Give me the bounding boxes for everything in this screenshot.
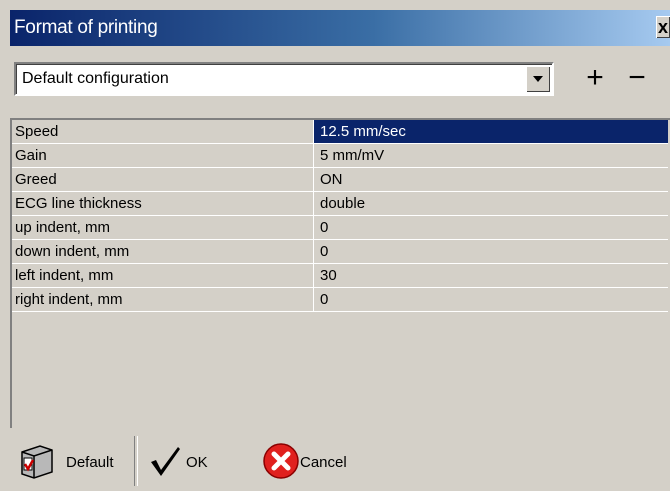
checkmark-icon xyxy=(151,447,180,476)
properties-table: Speed 12.5 mm/sec Gain 5 mm/mV Greed ON … xyxy=(12,120,668,312)
ok-button[interactable]: OK xyxy=(148,440,228,486)
default-button-label: Default xyxy=(66,454,114,471)
property-value[interactable]: 5 mm/mV xyxy=(314,144,668,167)
property-value[interactable]: double xyxy=(314,192,668,215)
property-value[interactable]: 0 xyxy=(314,288,668,311)
configuration-selector: Default configuration xyxy=(14,62,554,98)
properties-grid: Speed 12.5 mm/sec Gain 5 mm/mV Greed ON … xyxy=(10,118,670,428)
table-row[interactable]: Gain 5 mm/mV xyxy=(12,144,668,168)
add-configuration-button[interactable]: + xyxy=(580,62,610,96)
toolbar-divider xyxy=(134,436,138,486)
table-row[interactable]: up indent, mm 0 xyxy=(12,216,668,240)
cancel-icon xyxy=(263,443,299,479)
remove-configuration-button[interactable]: − xyxy=(622,62,652,96)
property-value[interactable]: ON xyxy=(314,168,668,191)
property-name: Gain xyxy=(12,144,314,167)
title-bar[interactable]: Format of printing x xyxy=(10,10,670,46)
configuration-dropdown[interactable]: Default configuration xyxy=(14,62,554,96)
table-row[interactable]: left indent, mm 30 xyxy=(12,264,668,288)
property-name: up indent, mm xyxy=(12,216,314,239)
cancel-button[interactable]: Cancel xyxy=(262,440,372,486)
property-value[interactable]: 0 xyxy=(314,216,668,239)
property-name: Speed xyxy=(12,120,314,143)
close-button[interactable]: x xyxy=(656,16,670,38)
configuration-dropdown-value: Default configuration xyxy=(22,70,169,87)
table-row[interactable]: down indent, mm 0 xyxy=(12,240,668,264)
default-button[interactable]: Default xyxy=(12,440,130,486)
printer-icon xyxy=(21,445,53,479)
ok-button-label: OK xyxy=(186,454,208,471)
property-name: right indent, mm xyxy=(12,288,314,311)
property-name: ECG line thickness xyxy=(12,192,314,215)
table-row[interactable]: Greed ON xyxy=(12,168,668,192)
dialog-title: Format of printing xyxy=(14,17,158,38)
table-row[interactable]: Speed 12.5 mm/sec xyxy=(12,120,668,144)
table-row[interactable]: ECG line thickness double xyxy=(12,192,668,216)
cancel-button-label: Cancel xyxy=(300,454,347,471)
property-value[interactable]: 0 xyxy=(314,240,668,263)
chevron-down-icon xyxy=(533,76,543,82)
bottom-toolbar: Default OK Cancel xyxy=(10,432,670,491)
property-name: Greed xyxy=(12,168,314,191)
property-value[interactable]: 12.5 mm/sec xyxy=(314,120,668,143)
close-icon: x xyxy=(657,17,668,37)
property-name: down indent, mm xyxy=(12,240,314,263)
property-name: left indent, mm xyxy=(12,264,314,287)
dropdown-arrow-button[interactable] xyxy=(526,66,550,92)
table-row[interactable]: right indent, mm 0 xyxy=(12,288,668,312)
property-value[interactable]: 30 xyxy=(314,264,668,287)
format-of-printing-dialog: Format of printing x Default configurati… xyxy=(0,0,670,491)
